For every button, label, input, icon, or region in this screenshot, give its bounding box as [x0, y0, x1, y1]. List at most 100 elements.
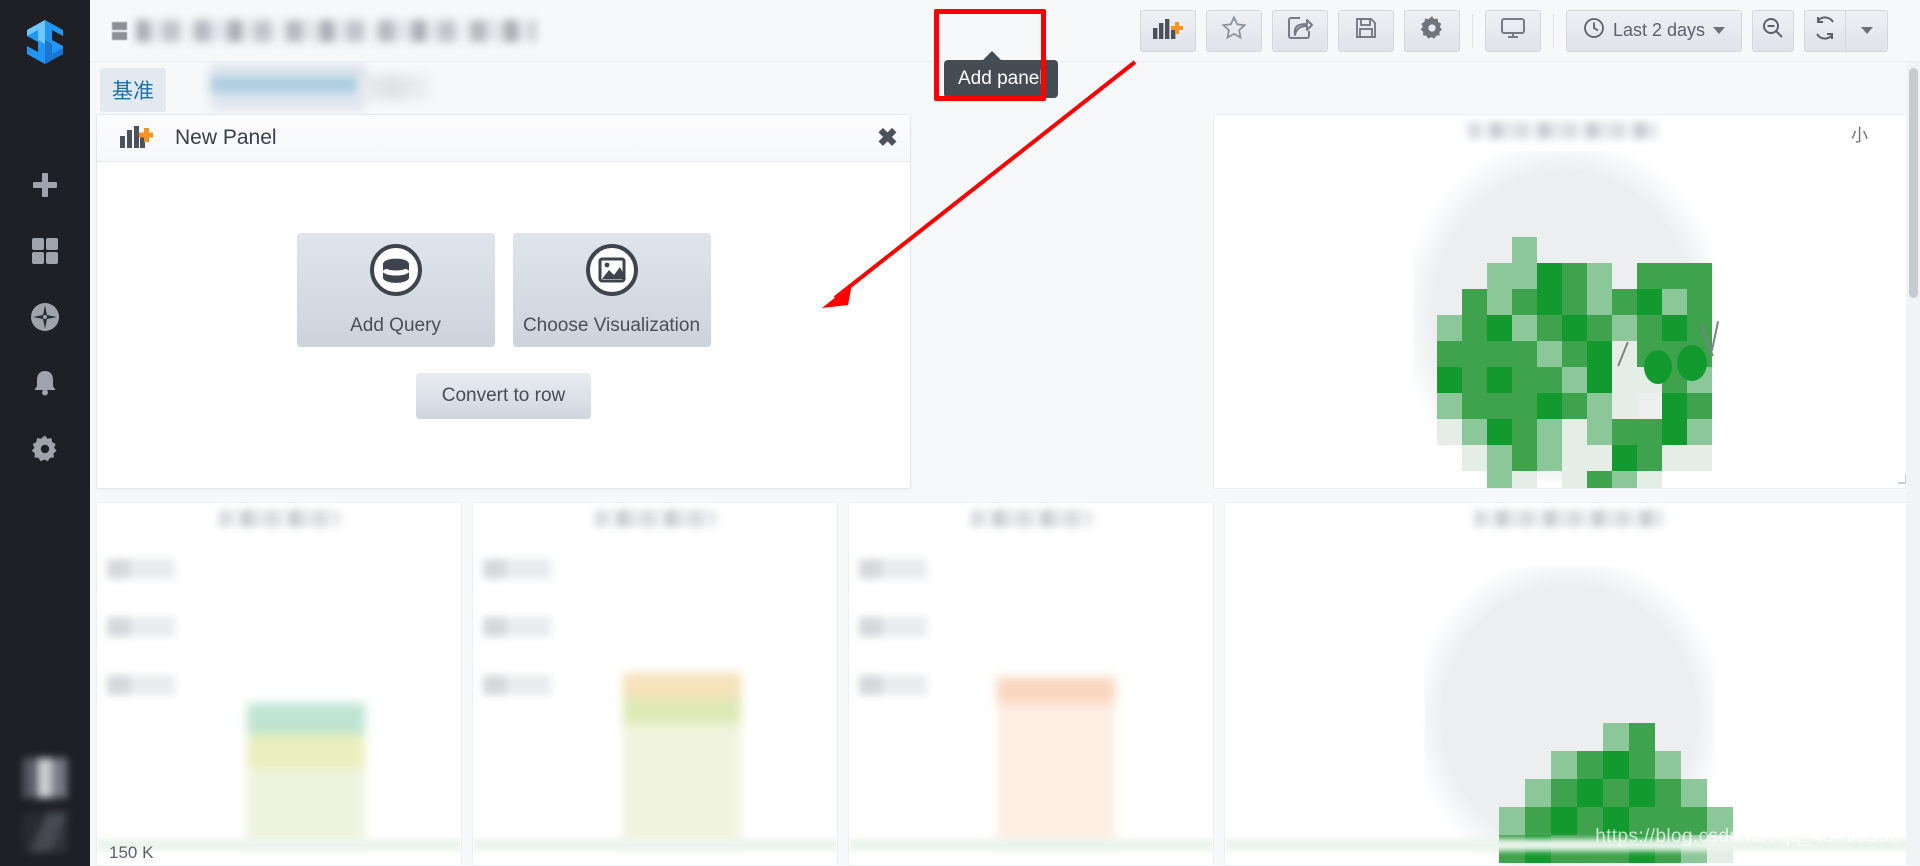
- choose-visualization-label: Choose Visualization: [522, 314, 701, 336]
- heat-cell: [1629, 779, 1655, 807]
- heat-cell: [1587, 419, 1612, 445]
- grafana-dashboard-app: Last 2 days Add panel 基准 New Panel ✖ Add…: [0, 0, 1920, 866]
- heat-cell: [1612, 315, 1637, 341]
- grafana-logo-icon[interactable]: [17, 14, 73, 70]
- panel-header[interactable]: [1225, 503, 1912, 533]
- sidebar-nav: [0, 152, 90, 482]
- heat-cell: [1655, 779, 1681, 807]
- heat-cell: [1487, 341, 1512, 367]
- tick-label: [107, 559, 175, 579]
- axis-ticks: [859, 559, 927, 695]
- gear-icon: [1419, 15, 1445, 46]
- sidebar-item-create[interactable]: [0, 152, 90, 218]
- heat-cell: [1681, 779, 1707, 807]
- heat-cell: [1487, 263, 1512, 289]
- heat-cell: [1512, 289, 1537, 315]
- add-query-button[interactable]: Add Query: [296, 232, 495, 347]
- heat-cell: [1587, 289, 1612, 315]
- breadcrumb[interactable]: [112, 19, 536, 42]
- panel-bottom-2: [472, 502, 838, 866]
- convert-to-row-button[interactable]: Convert to row: [415, 372, 592, 419]
- bar-series: [623, 673, 741, 843]
- help-icon[interactable]: [23, 812, 67, 852]
- heat-cell: [1637, 289, 1662, 315]
- tick-label: [107, 675, 175, 695]
- save-dashboard-button[interactable]: [1337, 9, 1394, 52]
- dashboard-body: 基准 New Panel ✖ Add Query Choose Visualiz…: [90, 62, 1920, 866]
- panel-header[interactable]: [1214, 115, 1912, 145]
- panel-header[interactable]: [849, 503, 1213, 533]
- sidebar: [0, 0, 90, 866]
- heat-cell: [1612, 289, 1637, 315]
- watermark-text: https://blog.csdn.net/qq_46495338: [1595, 826, 1900, 847]
- panel-header[interactable]: [97, 503, 461, 533]
- panel-title: [219, 509, 339, 527]
- template-variable-value[interactable]: [210, 64, 365, 110]
- heat-cell: [1612, 471, 1637, 488]
- sidebar-item-configuration[interactable]: [0, 416, 90, 482]
- axis-value-label: 150 K: [109, 843, 154, 862]
- heat-cell: [1537, 315, 1562, 341]
- heat-cell: [1462, 445, 1487, 471]
- heat-cell: [1612, 367, 1637, 393]
- heat-cell: [1437, 315, 1462, 341]
- time-range-picker[interactable]: Last 2 days: [1565, 9, 1742, 52]
- heat-cell: [1437, 419, 1462, 445]
- magnifier-minus-icon: [1761, 16, 1785, 45]
- mark-favorite-button[interactable]: [1205, 9, 1262, 52]
- panel-header[interactable]: [473, 503, 837, 533]
- new-panel-actions: Add Query Choose Visualization: [296, 232, 711, 347]
- sidebar-item-dashboards[interactable]: [0, 218, 90, 284]
- save-floppy-icon: [1354, 16, 1378, 45]
- tick-label: [859, 617, 927, 637]
- heat-cell: [1512, 471, 1537, 488]
- zoom-out-button[interactable]: [1752, 9, 1794, 52]
- panel-title: [595, 509, 715, 527]
- page-scrollbar-thumb[interactable]: [1909, 68, 1918, 298]
- heat-cell: [1587, 393, 1612, 419]
- user-avatar[interactable]: [23, 758, 67, 798]
- heat-cell: [1629, 723, 1655, 751]
- heat-cell: [1687, 263, 1712, 289]
- add-panel-tooltip: Add panel: [944, 51, 1058, 98]
- toolbar-divider: [1471, 13, 1473, 48]
- sidebar-item-explore[interactable]: [0, 284, 90, 350]
- sidebar-item-alerting[interactable]: [0, 350, 90, 416]
- share-icon: [1287, 15, 1313, 46]
- refresh-interval-button[interactable]: [1846, 9, 1888, 52]
- add-query-label: Add Query: [350, 314, 441, 336]
- dashboard-settings-button[interactable]: [1403, 9, 1460, 52]
- heat-cell: [1655, 751, 1681, 779]
- tick-label: [107, 617, 175, 637]
- panel-title: [1473, 509, 1664, 527]
- choose-visualization-button[interactable]: Choose Visualization: [512, 232, 711, 347]
- refresh-button[interactable]: [1804, 9, 1846, 52]
- close-icon[interactable]: ✖: [877, 125, 898, 151]
- add-panel-icon: [119, 123, 153, 154]
- heat-cell: [1462, 289, 1487, 315]
- panel-green-heatmap: 小: [1213, 114, 1913, 489]
- heat-cell: [1562, 393, 1587, 419]
- heat-cell: [1562, 341, 1587, 367]
- panel-visualization: [1214, 145, 1912, 488]
- new-panel-title: New Panel: [175, 126, 277, 149]
- heat-cell: [1512, 237, 1537, 263]
- heat-cell: [1637, 263, 1662, 289]
- heat-cell: [1662, 445, 1687, 471]
- heat-cell: [1687, 315, 1712, 341]
- heat-cell: [1512, 419, 1537, 445]
- heat-cell: [1577, 779, 1603, 807]
- toolbar: Last 2 days: [1139, 9, 1898, 52]
- heat-cell: [1577, 751, 1603, 779]
- new-panel-body: Add Query Choose Visualization Convert t…: [97, 162, 910, 489]
- add-panel-button[interactable]: [1139, 9, 1196, 52]
- refresh-icon: [1813, 16, 1837, 45]
- plus-icon: [30, 170, 60, 200]
- axis-ticks: [483, 559, 551, 695]
- template-variable[interactable]: 基准: [100, 64, 430, 112]
- heat-cell: [1687, 289, 1712, 315]
- share-dashboard-button[interactable]: [1271, 9, 1328, 52]
- heat-cell: [1587, 367, 1612, 393]
- heat-cell: [1462, 341, 1487, 367]
- tv-kiosk-mode-button[interactable]: [1484, 9, 1541, 52]
